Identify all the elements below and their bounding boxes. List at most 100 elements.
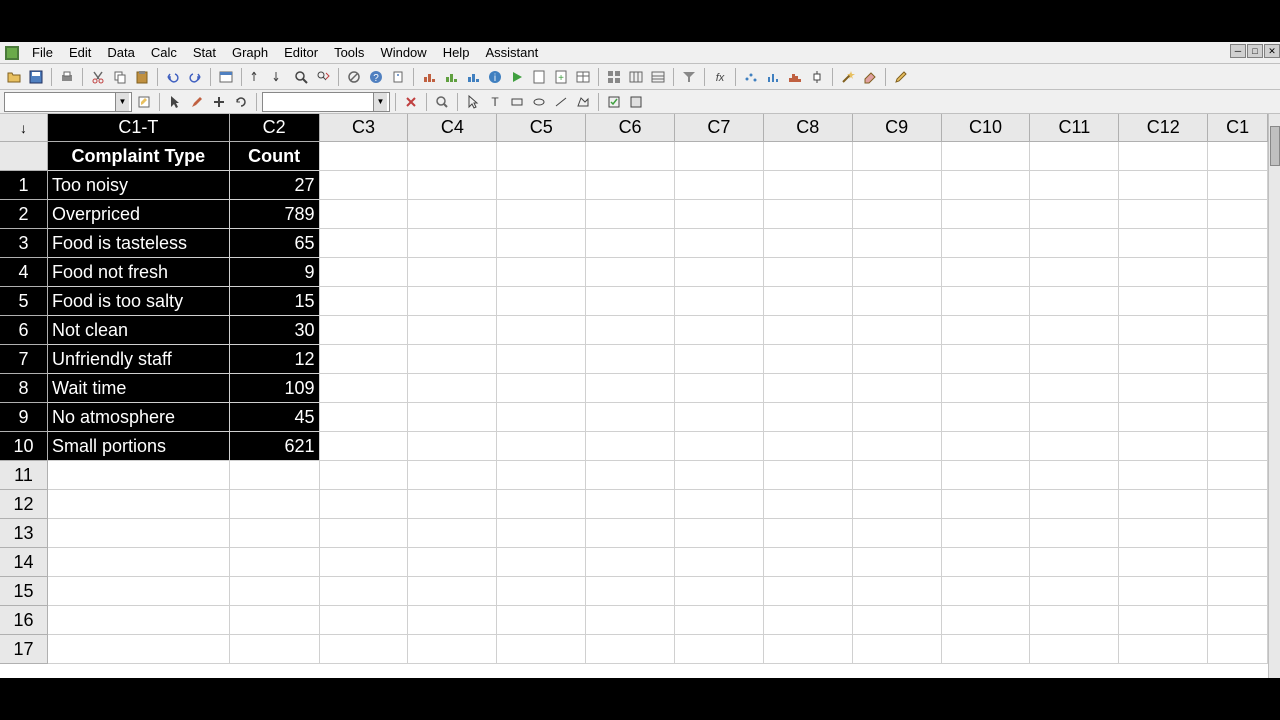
- cell[interactable]: [853, 635, 942, 664]
- col-header-c6[interactable]: C6: [586, 114, 675, 142]
- menu-data[interactable]: Data: [99, 43, 142, 62]
- cell[interactable]: [1030, 490, 1119, 519]
- cell[interactable]: 15: [230, 287, 320, 316]
- col-header-c5[interactable]: C5: [497, 114, 586, 142]
- col-name-c9[interactable]: [853, 142, 942, 171]
- row-header-6[interactable]: 6: [0, 316, 48, 345]
- cell[interactable]: [1030, 461, 1119, 490]
- cell[interactable]: [1119, 316, 1208, 345]
- cell[interactable]: [497, 490, 586, 519]
- cell[interactable]: [1030, 548, 1119, 577]
- cell[interactable]: [1208, 200, 1268, 229]
- row-header-2[interactable]: 2: [0, 200, 48, 229]
- cell[interactable]: [586, 577, 675, 606]
- cell[interactable]: [764, 316, 853, 345]
- cell[interactable]: [230, 606, 320, 635]
- cell[interactable]: [497, 345, 586, 374]
- cell[interactable]: [764, 403, 853, 432]
- chart-icon-1[interactable]: [419, 67, 439, 87]
- row-header-13[interactable]: 13: [0, 519, 48, 548]
- redo-icon[interactable]: [185, 67, 205, 87]
- cell[interactable]: [408, 229, 497, 258]
- cell[interactable]: [853, 258, 942, 287]
- col-header-c3[interactable]: C3: [320, 114, 409, 142]
- vertical-scrollbar[interactable]: [1268, 114, 1280, 678]
- cell[interactable]: [497, 577, 586, 606]
- cell[interactable]: [853, 171, 942, 200]
- cell[interactable]: [1030, 403, 1119, 432]
- cell[interactable]: [586, 519, 675, 548]
- cell[interactable]: Small portions: [48, 432, 230, 461]
- cell[interactable]: [586, 490, 675, 519]
- col-header-c4[interactable]: C4: [408, 114, 497, 142]
- col-name-c6[interactable]: [586, 142, 675, 171]
- cell[interactable]: [408, 577, 497, 606]
- formula-box[interactable]: ▼: [262, 92, 390, 112]
- paste-icon[interactable]: [132, 67, 152, 87]
- col-header-c12[interactable]: C12: [1119, 114, 1208, 142]
- cell[interactable]: [675, 635, 764, 664]
- cell[interactable]: [408, 200, 497, 229]
- cell[interactable]: [408, 432, 497, 461]
- row-header-1[interactable]: 1: [0, 171, 48, 200]
- cell[interactable]: [1119, 258, 1208, 287]
- doc-add-icon[interactable]: +: [551, 67, 571, 87]
- cell[interactable]: [853, 403, 942, 432]
- cell[interactable]: [942, 200, 1031, 229]
- cell[interactable]: [1030, 635, 1119, 664]
- cell[interactable]: [1208, 548, 1268, 577]
- find-icon[interactable]: [291, 67, 311, 87]
- ellipse-icon[interactable]: [529, 92, 549, 112]
- menu-calc[interactable]: Calc: [143, 43, 185, 62]
- cell[interactable]: 65: [230, 229, 320, 258]
- cell[interactable]: [408, 374, 497, 403]
- menu-graph[interactable]: Graph: [224, 43, 276, 62]
- cell[interactable]: [942, 432, 1031, 461]
- cell[interactable]: [408, 490, 497, 519]
- cell[interactable]: [320, 490, 409, 519]
- col-name-c10[interactable]: [942, 142, 1031, 171]
- cell[interactable]: [1119, 287, 1208, 316]
- cell[interactable]: [1208, 345, 1268, 374]
- cell[interactable]: [497, 403, 586, 432]
- cell[interactable]: [320, 200, 409, 229]
- cell[interactable]: [497, 200, 586, 229]
- cell[interactable]: [497, 229, 586, 258]
- run-icon[interactable]: [507, 67, 527, 87]
- cell[interactable]: [48, 606, 230, 635]
- cell[interactable]: [1208, 403, 1268, 432]
- filter-icon[interactable]: [679, 67, 699, 87]
- cell[interactable]: [586, 345, 675, 374]
- cell[interactable]: [1119, 577, 1208, 606]
- cell[interactable]: 621: [230, 432, 320, 461]
- cell[interactable]: [497, 316, 586, 345]
- pencil-icon[interactable]: [891, 67, 911, 87]
- col-name-c11[interactable]: [1030, 142, 1119, 171]
- cell[interactable]: [48, 548, 230, 577]
- edit-icon[interactable]: [134, 92, 154, 112]
- line-icon[interactable]: [551, 92, 571, 112]
- cell[interactable]: [764, 287, 853, 316]
- checkbox-icon[interactable]: [604, 92, 624, 112]
- table-icon[interactable]: [573, 67, 593, 87]
- pointer-icon[interactable]: [165, 92, 185, 112]
- cell[interactable]: [1119, 200, 1208, 229]
- col-name-c3[interactable]: [320, 142, 409, 171]
- eraser-icon[interactable]: [860, 67, 880, 87]
- cell[interactable]: [1208, 374, 1268, 403]
- cell[interactable]: [675, 200, 764, 229]
- chevron-down-icon[interactable]: ▼: [115, 93, 129, 111]
- cell[interactable]: [497, 606, 586, 635]
- cell[interactable]: [764, 171, 853, 200]
- menu-tools[interactable]: Tools: [326, 43, 372, 62]
- cell[interactable]: 109: [230, 374, 320, 403]
- cell[interactable]: [853, 316, 942, 345]
- doc-icon[interactable]: [529, 67, 549, 87]
- cell[interactable]: [1030, 229, 1119, 258]
- cell[interactable]: [1030, 577, 1119, 606]
- cell[interactable]: [675, 316, 764, 345]
- cell[interactable]: [853, 548, 942, 577]
- cell[interactable]: 9: [230, 258, 320, 287]
- brush-icon[interactable]: [187, 92, 207, 112]
- cell[interactable]: [853, 374, 942, 403]
